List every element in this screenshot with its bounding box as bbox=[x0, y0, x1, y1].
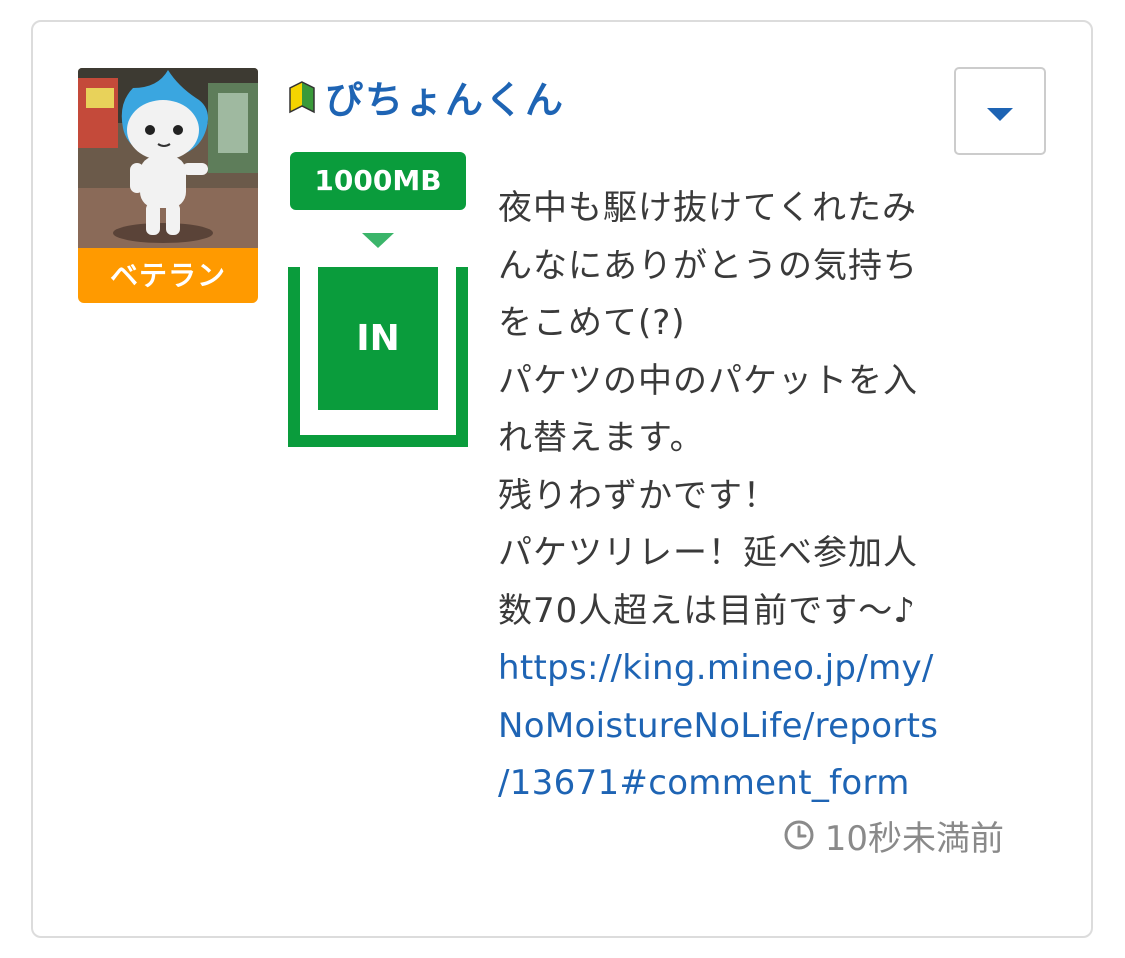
chevron-down-icon bbox=[987, 107, 1013, 121]
post-timestamp: 10秒未満前 bbox=[783, 812, 1004, 859]
packet-bucket: IN bbox=[288, 267, 468, 447]
packet-direction-label: IN bbox=[318, 267, 438, 410]
username-link[interactable]: ぴちょんくん bbox=[325, 69, 565, 124]
post-link[interactable]: https://king.mineo.jp/my/ NoMoistureNoLi… bbox=[498, 640, 1018, 813]
arrow-down-icon bbox=[362, 233, 394, 248]
beginner-mark-icon bbox=[289, 81, 315, 114]
username-row[interactable]: ぴちょんくん bbox=[287, 68, 565, 124]
user-avatar-block[interactable]: ベテラン bbox=[78, 68, 258, 303]
avatar[interactable] bbox=[78, 68, 258, 248]
rank-badge: ベテラン bbox=[78, 248, 258, 303]
clock-icon bbox=[784, 820, 814, 850]
packet-amount-badge: 1000MB bbox=[290, 152, 466, 210]
timestamp-text: 10秒未満前 bbox=[824, 818, 1004, 859]
post-message: 夜中も駆け抜けてくれたみ んなにありがとうの気持ち をこめて(?) パケツの中の… bbox=[498, 188, 918, 631]
post-menu-button[interactable] bbox=[954, 67, 1046, 155]
